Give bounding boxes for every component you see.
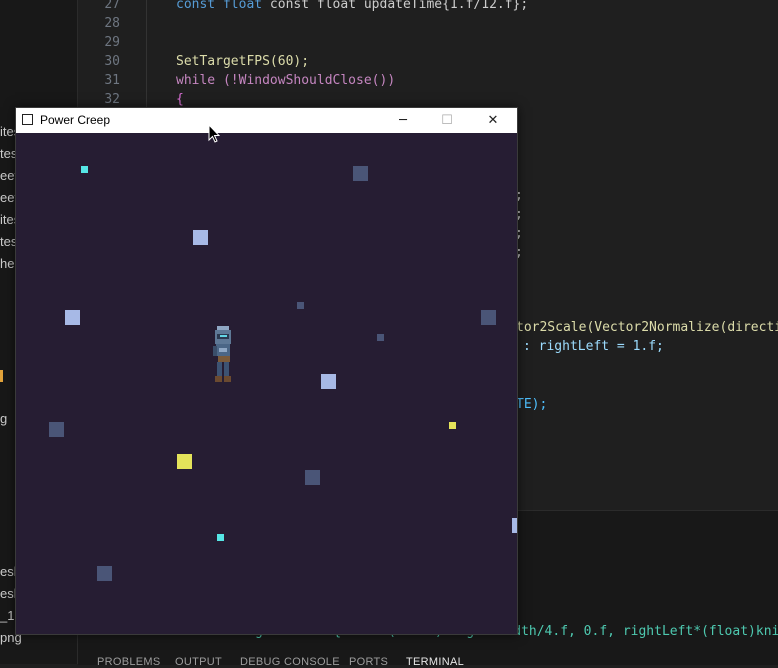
dark-square [481,310,496,325]
line-number: 29 [104,35,120,50]
tab-debug-console[interactable]: DEBUG CONSOLE [240,656,340,668]
yellow-square [449,422,456,429]
tab-problems[interactable]: PROBLEMS [97,656,161,668]
code-fragment: : rightLeft = 1.f; [523,339,664,354]
code-line[interactable]: { [176,92,184,107]
dark-square [353,166,368,181]
sidebar-item[interactable]: he [0,256,14,271]
code-line-text: const float updateTime{1.f/12.f}; [269,0,529,12]
sidebar-item[interactable]: g [0,411,7,426]
dark-square [297,302,304,309]
game-window[interactable]: Power Creep ─ ☐ ✕ [15,107,518,635]
dark-square [377,334,384,341]
window-title: Power Creep [40,113,111,127]
window-app-icon [22,114,33,125]
dark-square [97,566,112,581]
cyan-square [81,166,88,173]
line-number: 27 [104,0,120,12]
yellow-square [177,454,192,469]
close-button[interactable]: ✕ [470,108,516,133]
dark-square [49,422,64,437]
tab-ports[interactable]: PORTS [349,656,388,668]
light-square [65,310,80,325]
light-square [321,374,336,389]
code-fragment: TE); [516,397,548,412]
dark-square [305,470,320,485]
code-line[interactable]: SetTargetFPS(60); [176,54,309,69]
mouse-cursor-icon [208,124,220,143]
knight-sprite [213,326,231,382]
tab-output[interactable]: OUTPUT [175,656,222,668]
line-number: 32 [104,92,120,107]
line-number: 31 [104,73,120,88]
minimize-button[interactable]: ─ [380,108,426,133]
light-square [193,230,208,245]
light-square [512,518,517,533]
modified-indicator [0,370,3,382]
line-number: 28 [104,16,120,31]
window-titlebar[interactable]: Power Creep ─ ☐ ✕ [16,108,517,133]
line-number: 30 [104,54,120,69]
cyan-square [217,534,224,541]
code-line[interactable]: while (!WindowShouldClose()) [176,73,395,88]
maximize-button[interactable]: ☐ [424,108,470,133]
code-fragment: tor2Scale(Vector2Normalize(directio [516,320,778,335]
tab-terminal[interactable]: TERMINAL [406,656,464,668]
code-line[interactable]: const float const float updateTime{1.f/1… [176,0,528,12]
